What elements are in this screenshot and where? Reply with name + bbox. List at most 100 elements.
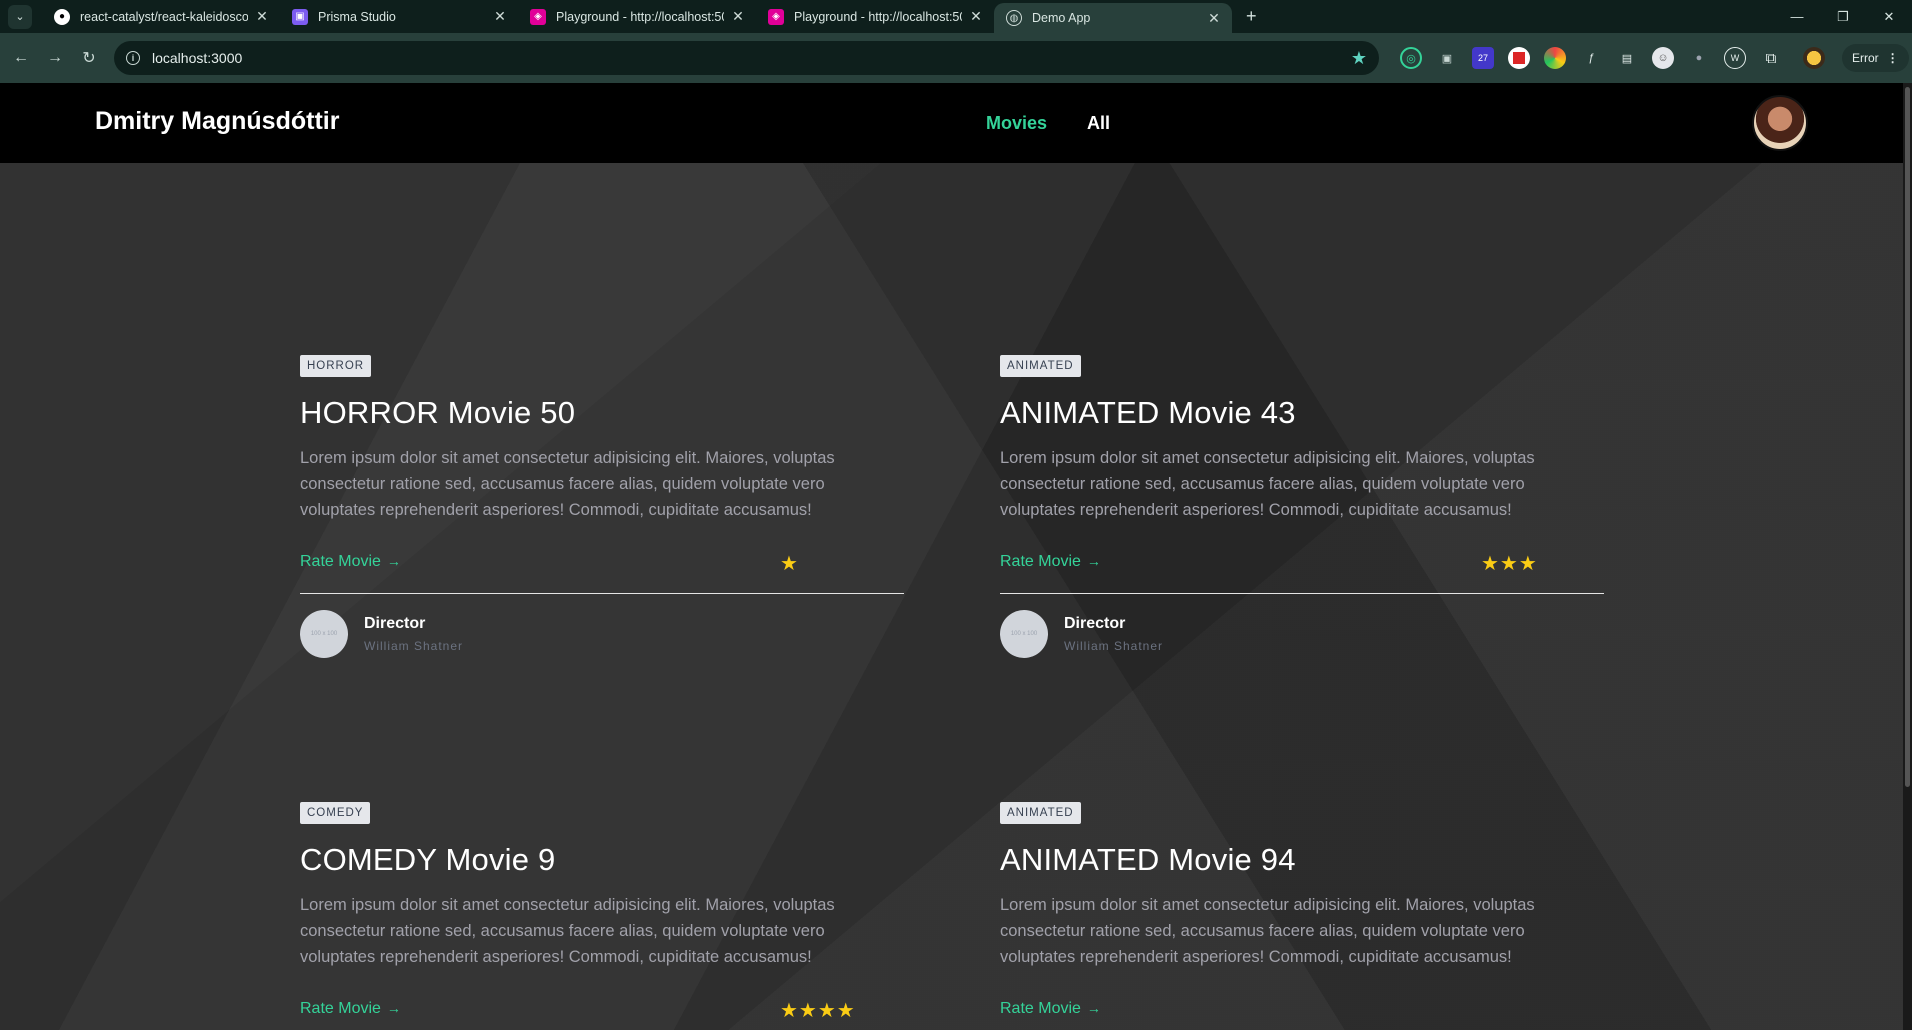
movie-card: ANIMATED ANIMATED Movie 43 Lorem ipsum d…: [1000, 355, 1604, 658]
director-role: Director: [364, 615, 426, 632]
movie-card: HORROR HORROR Movie 50 Lorem ipsum dolor…: [300, 355, 904, 658]
director-name: William Shatner: [364, 639, 464, 653]
scrollbar-thumb[interactable]: [1905, 87, 1910, 787]
tab-title: Playground - http://localhost:5000: [556, 9, 724, 24]
close-tab-icon[interactable]: ✕: [730, 8, 746, 25]
close-tab-icon[interactable]: ✕: [1206, 10, 1222, 27]
browser-tab[interactable]: ▣ Prisma Studio ✕: [280, 0, 518, 33]
browser-toolbar: ← → ↻ i localhost:3000 ★ ◎ ▣ 27 ƒ ▤ ☺ ● …: [0, 33, 1912, 83]
back-icon[interactable]: ←: [4, 49, 38, 67]
movie-description: Lorem ipsum dolor sit amet consectetur a…: [300, 449, 835, 519]
tab-title: react-catalyst/react-kaleidoscope: [80, 9, 248, 24]
restore-icon[interactable]: ❐: [1820, 0, 1866, 33]
genre-badge: HORROR: [300, 355, 372, 377]
app-viewport: Dmitry Magnúsdóttir Movies All HORROR HO…: [0, 83, 1903, 1030]
tab-title: Prisma Studio: [318, 9, 396, 24]
close-window-icon[interactable]: ✕: [1866, 0, 1912, 33]
browser-tab-strip: ⌄ ● react-catalyst/react-kaleidoscope ✕ …: [0, 0, 1912, 33]
genre-badge: ANIMATED: [1000, 355, 1081, 377]
extensions-row: ◎ ▣ 27 ƒ ▤ ☺ ● W ⧉: [1393, 47, 1832, 69]
movie-title: HORROR Movie 50: [300, 395, 576, 430]
director-avatar-placeholder: 100 x 100: [300, 610, 348, 658]
movie-description: Lorem ipsum dolor sit amet consectetur a…: [1000, 449, 1535, 519]
browser-tab[interactable]: ● react-catalyst/react-kaleidoscope ✕: [42, 0, 280, 33]
url-text[interactable]: localhost:3000: [152, 50, 1351, 66]
extensions-puzzle-icon[interactable]: ⧉: [1760, 47, 1782, 69]
arrow-right-icon: →: [1086, 1000, 1101, 1016]
director-avatar-placeholder: 100 x 100: [1000, 610, 1048, 658]
extension-fx-icon[interactable]: ƒ: [1580, 47, 1602, 69]
extension-color-icon[interactable]: [1544, 47, 1566, 69]
star-rating: ★★★: [1481, 553, 1538, 575]
github-icon: ●: [54, 8, 70, 25]
browser-tab[interactable]: ◈ Playground - http://localhost:5000 ✕: [518, 0, 756, 33]
user-avatar[interactable]: [1752, 95, 1808, 151]
browser-tab[interactable]: ◈ Playground - http://localhost:5000 ✕: [756, 0, 994, 33]
rate-movie-label: Rate Movie: [300, 1000, 381, 1017]
arrow-right-icon: →: [386, 553, 401, 569]
director-name: William Shatner: [1064, 639, 1164, 653]
genre-badge: ANIMATED: [1000, 802, 1081, 824]
globe-icon: ◍: [1006, 10, 1022, 26]
rate-movie-link[interactable]: Rate Movie →: [300, 1000, 401, 1018]
error-label: Error: [1852, 51, 1879, 65]
main-nav: Movies All: [986, 113, 1110, 134]
movie-description: Lorem ipsum dolor sit amet consectetur a…: [1000, 896, 1535, 966]
prisma-icon: ▣: [292, 8, 308, 25]
bookmark-star-icon[interactable]: ★: [1351, 48, 1367, 69]
genre-badge: COMEDY: [300, 802, 371, 824]
close-tab-icon[interactable]: ✕: [968, 8, 984, 25]
extension-face-icon[interactable]: ☺: [1652, 47, 1674, 69]
profile-avatar-icon[interactable]: [1803, 47, 1825, 69]
new-tab-icon[interactable]: +: [1246, 6, 1257, 27]
extension-drop-icon[interactable]: ●: [1688, 47, 1710, 69]
rate-movie-label: Rate Movie: [300, 553, 381, 570]
close-tab-icon[interactable]: ✕: [492, 8, 508, 25]
rate-row: Rate Movie → ★: [300, 553, 904, 594]
content-background: [0, 163, 1903, 1030]
rate-row: Rate Movie →: [1000, 1000, 1604, 1030]
rate-movie-label: Rate Movie: [1000, 553, 1081, 570]
page-scrollbar[interactable]: [1903, 83, 1912, 1030]
nav-movies-link[interactable]: Movies: [986, 113, 1047, 134]
rate-movie-link[interactable]: Rate Movie →: [300, 553, 401, 571]
movie-description: Lorem ipsum dolor sit amet consectetur a…: [300, 896, 835, 966]
arrow-right-icon: →: [386, 1000, 401, 1016]
app-header: Dmitry Magnúsdóttir Movies All: [0, 83, 1903, 163]
extension-red-icon[interactable]: [1508, 47, 1530, 69]
browser-tab-active[interactable]: ◍ Demo App ✕: [994, 3, 1232, 33]
tab-search-button[interactable]: ⌄: [8, 4, 32, 29]
brand-title: Dmitry Magnúsdóttir: [95, 107, 340, 135]
extension-camera-icon[interactable]: ▣: [1436, 47, 1458, 69]
rate-movie-label: Rate Movie: [1000, 1000, 1081, 1017]
extension-w-icon[interactable]: W: [1724, 47, 1746, 69]
director-info: 100 x 100 Director William Shatner: [300, 610, 904, 658]
movie-title: ANIMATED Movie 43: [1000, 395, 1296, 430]
reload-icon[interactable]: ↻: [72, 48, 106, 68]
extension-badge-icon[interactable]: 27: [1472, 47, 1494, 69]
forward-icon[interactable]: →: [38, 49, 72, 67]
window-controls: — ❐ ✕: [1774, 0, 1912, 33]
star-rating: ★★★★: [780, 1000, 856, 1022]
nav-all-link[interactable]: All: [1087, 113, 1110, 134]
rate-row: Rate Movie → ★★★★: [300, 1000, 904, 1030]
movie-card: COMEDY COMEDY Movie 9 Lorem ipsum dolor …: [300, 802, 904, 1030]
site-info-icon[interactable]: i: [126, 51, 140, 65]
menu-kebab-icon[interactable]: ⋮: [1887, 51, 1899, 65]
director-info: 100 x 100 Director William Shatner: [1000, 610, 1604, 658]
tab-title: Playground - http://localhost:5000: [794, 9, 962, 24]
minimize-icon[interactable]: —: [1774, 0, 1820, 33]
director-role: Director: [1064, 615, 1126, 632]
tab-title: Demo App: [1032, 11, 1091, 25]
rate-movie-link[interactable]: Rate Movie →: [1000, 1000, 1101, 1018]
graphql-icon: ◈: [530, 8, 546, 25]
rate-movie-link[interactable]: Rate Movie →: [1000, 553, 1101, 571]
movie-card: ANIMATED ANIMATED Movie 94 Lorem ipsum d…: [1000, 802, 1604, 1030]
address-bar[interactable]: i localhost:3000 ★: [114, 41, 1379, 75]
rate-row: Rate Movie → ★★★: [1000, 553, 1604, 594]
star-rating: ★: [780, 553, 799, 575]
close-tab-icon[interactable]: ✕: [254, 8, 270, 25]
extension-doc-icon[interactable]: ▤: [1616, 47, 1638, 69]
extension-target-icon[interactable]: ◎: [1400, 47, 1422, 69]
profile-error-button[interactable]: Error ⋮: [1842, 44, 1909, 72]
